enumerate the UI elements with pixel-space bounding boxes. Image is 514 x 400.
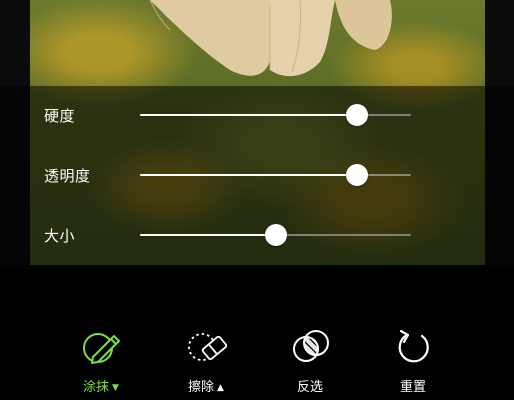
eraser-icon: [188, 333, 228, 361]
slider-row-size: 大小: [0, 220, 514, 250]
caret-up-icon: ▲: [217, 383, 224, 393]
caret-down-icon: ▼: [112, 383, 119, 393]
opacity-slider-thumb[interactable]: [345, 164, 368, 186]
reset-tool-button[interactable]: 重置: [373, 323, 453, 395]
size-slider-thumb[interactable]: [264, 224, 287, 246]
slider-label-hardness: 硬度: [44, 107, 76, 125]
bottom-toolbar: 涂抹 ▼ 擦除 ▲ 反选 重置: [0, 265, 514, 400]
brush-smear-icon: [83, 333, 120, 364]
reset-tool-label: 重置: [399, 380, 426, 395]
invert-selection-icon: [293, 330, 329, 362]
hardness-slider-thumb[interactable]: [345, 104, 368, 126]
size-slider-fill: [140, 234, 276, 236]
reset-icon: [398, 329, 429, 363]
slider-label-size: 大小: [44, 227, 76, 245]
invert-tool-label: 反选: [296, 380, 323, 395]
adjustment-panel: 硬度 透明度 大小: [0, 86, 514, 265]
opacity-slider-fill: [140, 174, 357, 176]
hardness-slider-fill: [140, 114, 357, 116]
slider-label-opacity: 透明度: [44, 167, 91, 185]
slider-row-opacity: 透明度: [0, 160, 514, 190]
invert-tool-button[interactable]: 反选: [270, 323, 350, 395]
erase-tool-button[interactable]: 擦除 ▲: [166, 323, 246, 395]
smear-tool-label: 涂抹 ▼: [83, 380, 119, 395]
flower-petals: [149, 0, 392, 77]
smear-tool-button[interactable]: 涂抹 ▼: [61, 323, 141, 395]
hardness-slider-track[interactable]: [140, 114, 411, 116]
opacity-slider-track[interactable]: [140, 174, 411, 176]
erase-tool-label: 擦除 ▲: [188, 380, 224, 395]
slider-row-hardness: 硬度: [0, 100, 514, 130]
